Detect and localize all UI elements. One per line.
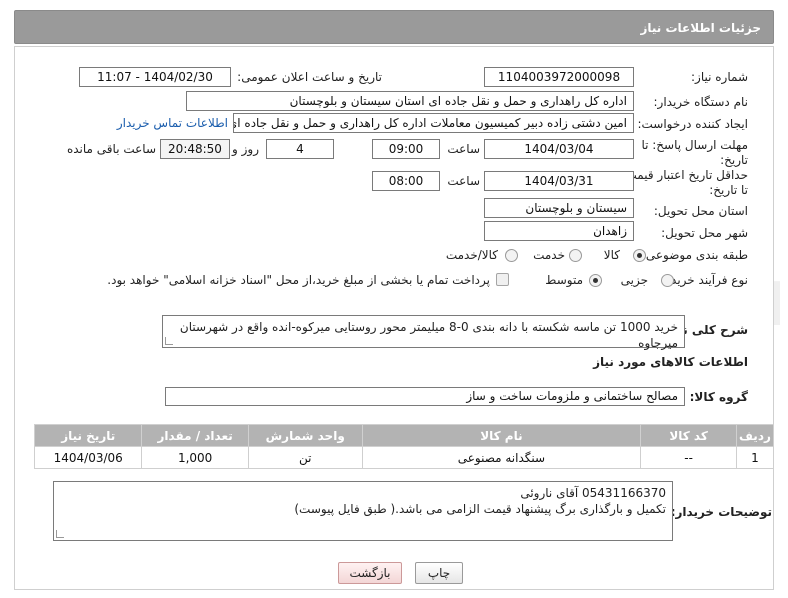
col-header-name: نام کالا — [361, 424, 642, 447]
buyer-notes-label: توضیحات خریدار: — [670, 505, 772, 519]
goods-section-title: اطلاعات کالاهای مورد نیاز — [593, 355, 748, 369]
buyer-contact-link[interactable]: اطلاعات تماس خریدار — [117, 116, 228, 130]
col-header-code: کد کالا — [640, 424, 737, 447]
description-text: خرید 1000 تن ماسه شکسته با دانه بندی 0-8… — [179, 320, 678, 350]
delivery-city-label: شهر محل تحویل: — [661, 226, 748, 240]
price-validity-date-field: 1404/03/31 — [484, 171, 634, 191]
cell-need-date: 1404/03/06 — [33, 446, 143, 469]
goods-table: ردیف کد کالا نام کالا واحد شمارش تعداد /… — [33, 424, 775, 469]
col-header-quantity: تعداد / مقدار — [141, 424, 249, 447]
goods-group-label: گروه کالا: — [689, 390, 748, 404]
back-button[interactable]: بازگشت — [338, 562, 402, 584]
announce-label: تاریخ و ساعت اعلان عمومی: — [237, 70, 382, 84]
table-row[interactable]: 1 -- سنگدانه مصنوعی تن 1,000 1404/03/06 — [33, 446, 775, 469]
process-label: نوع فرآیند خرید : — [663, 273, 748, 287]
table-header-row: ردیف کد کالا نام کالا واحد شمارش تعداد /… — [33, 424, 775, 447]
price-validity-label: حداقل تاریخ اعتبار قیمت: — [621, 168, 748, 182]
buyer-org-field: اداره کل راهداری و حمل و نقل جاده ای است… — [186, 91, 634, 111]
need-number-label: شماره نیاز: — [691, 70, 748, 84]
deadline-time-field: 09:00 — [372, 139, 440, 159]
print-button[interactable]: چاپ — [415, 562, 463, 584]
need-number-field: 1104003972000098 — [484, 67, 634, 87]
resize-grip-icon[interactable] — [165, 337, 173, 345]
days-label: روز و — [232, 142, 259, 156]
category-option-goods: کالا — [603, 248, 620, 262]
category-radio-goods-service[interactable] — [505, 249, 518, 262]
category-option-service: خدمت — [533, 248, 565, 262]
category-radio-service[interactable] — [569, 249, 582, 262]
delivery-province-field: سیستان و بلوچستان — [484, 198, 634, 218]
remaining-days-field: 4 — [266, 139, 334, 159]
cell-code: -- — [640, 446, 737, 469]
buyer-notes-line-1: 05431166370 آقای ناروئی — [520, 486, 666, 500]
price-validity-time-field: 08:00 — [372, 171, 440, 191]
col-header-unit: واحد شمارش — [247, 424, 363, 447]
process-radio-medium[interactable] — [589, 274, 602, 287]
creator-label: ایجاد کننده درخواست: — [637, 117, 748, 131]
creator-field: امین دشتی زاده دبیر کمیسیون معاملات ادار… — [233, 113, 634, 133]
remaining-label: ساعت باقی مانده — [66, 142, 156, 156]
cell-unit: تن — [247, 446, 363, 469]
delivery-province-label: استان محل تحویل: — [653, 204, 748, 218]
goods-group-field: مصالح ساختمانی و ملزومات ساخت و ساز — [165, 387, 685, 406]
resize-grip-icon[interactable] — [56, 530, 64, 538]
description-textarea[interactable]: خرید 1000 تن ماسه شکسته با دانه بندی 0-8… — [162, 315, 685, 350]
remaining-time-field: 20:48:50 — [160, 139, 230, 159]
process-option-medium: متوسط — [545, 273, 583, 287]
category-radio-goods[interactable] — [633, 249, 646, 262]
page-title: جزئیات اطلاعات نیاز — [14, 10, 774, 44]
col-header-row-number: ردیف — [735, 424, 775, 447]
deadline-date-field: 1404/03/04 — [484, 139, 634, 159]
cell-name: سنگدانه مصنوعی — [361, 446, 642, 469]
price-validity-time-label: ساعت — [447, 174, 480, 188]
buyer-org-label: نام دستگاه خریدار: — [653, 95, 749, 109]
deadline-label-2: تاریخ: — [720, 153, 748, 167]
deadline-label: مهلت ارسال پاسخ: تا — [641, 138, 748, 152]
cell-quantity: 1,000 — [141, 446, 249, 469]
deadline-time-label: ساعت — [447, 142, 480, 156]
delivery-city-field: زاهدان — [484, 221, 634, 241]
announce-field: 1404/02/30 - 11:07 — [79, 67, 231, 87]
process-option-minor: جزیی — [620, 273, 648, 287]
category-label: طبقه بندی موضوعی: — [641, 248, 748, 262]
treasury-payment-checkbox[interactable] — [496, 273, 509, 286]
process-radio-minor[interactable] — [661, 274, 674, 287]
treasury-payment-note: پرداخت تمام یا بخشی از مبلغ خرید،از محل … — [107, 273, 490, 287]
category-option-goods-service: کالا/خدمت — [445, 248, 498, 262]
cell-row-number: 1 — [735, 446, 775, 469]
col-header-need-date: تاریخ نیاز — [33, 424, 143, 447]
price-validity-label-2: تا تاریخ: — [709, 183, 748, 197]
buyer-notes-textarea[interactable]: 05431166370 آقای ناروئی تکمیل و بارگذاری… — [53, 481, 673, 541]
buyer-notes-line-2: تکمیل و بارگذاری برگ پیشنهاد قیمت الزامی… — [294, 502, 666, 516]
